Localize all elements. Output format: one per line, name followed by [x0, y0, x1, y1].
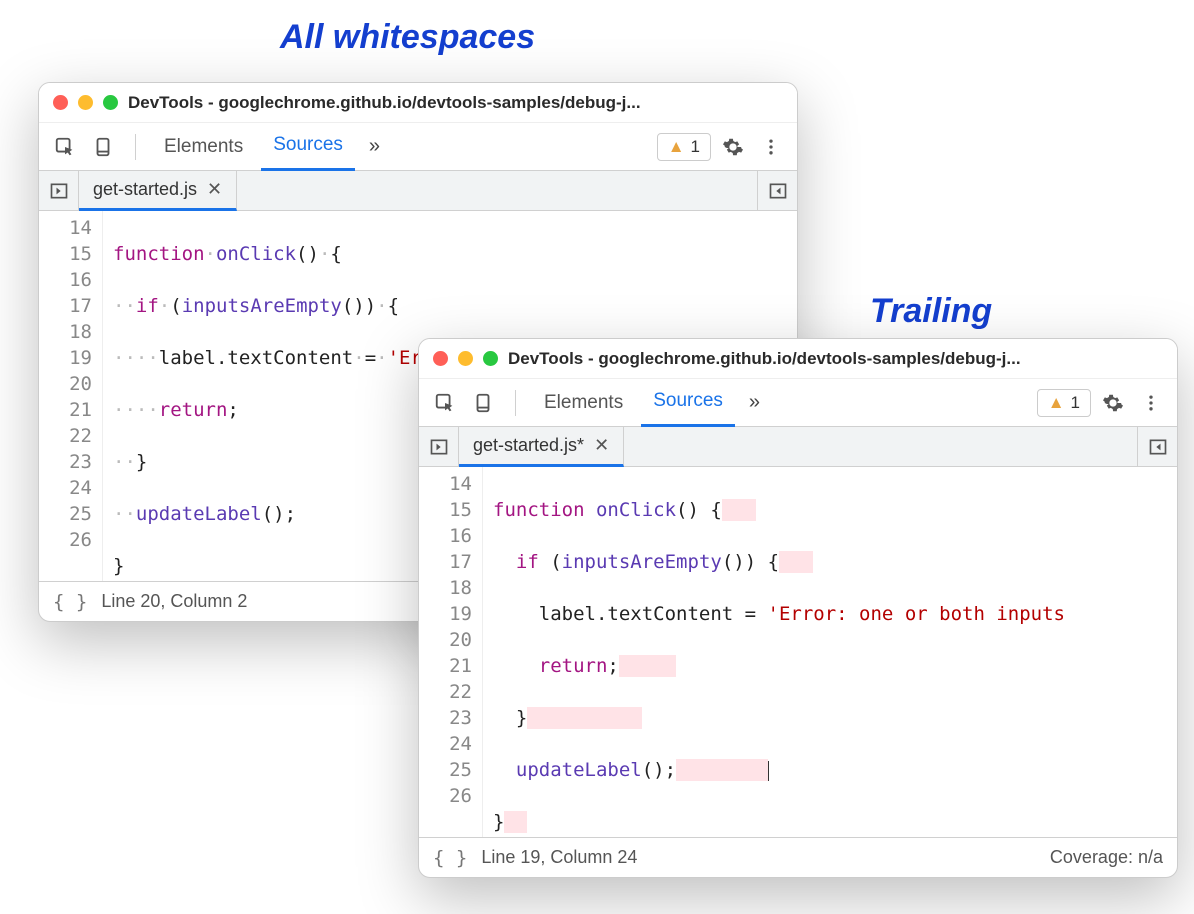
warning-badge[interactable]: ▲ 1	[1037, 389, 1091, 417]
warning-icon: ▲	[1048, 393, 1065, 413]
file-tabs: get-started.js ✕	[39, 171, 797, 211]
tab-elements[interactable]: Elements	[532, 379, 635, 427]
file-tab-active[interactable]: get-started.js* ✕	[459, 427, 624, 467]
tab-elements[interactable]: Elements	[152, 123, 255, 171]
warning-count: 1	[1071, 393, 1080, 413]
kebab-icon[interactable]	[1135, 387, 1167, 419]
coverage-status: Coverage: n/a	[1050, 847, 1163, 868]
inspect-icon[interactable]	[429, 387, 461, 419]
main-toolbar: Elements Sources » ▲ 1	[39, 123, 797, 171]
tab-sources[interactable]: Sources	[261, 123, 355, 171]
pretty-print-icon[interactable]: { }	[53, 591, 87, 613]
gear-icon[interactable]	[1097, 387, 1129, 419]
more-tabs-icon[interactable]: »	[361, 135, 388, 158]
toolbar-divider	[135, 134, 136, 160]
traffic-lights	[433, 351, 498, 366]
tab-sources[interactable]: Sources	[641, 379, 735, 427]
warning-icon: ▲	[668, 137, 685, 157]
warning-badge[interactable]: ▲ 1	[657, 133, 711, 161]
close-icon[interactable]	[53, 95, 68, 110]
device-icon[interactable]	[87, 131, 119, 163]
status-bar: { } Line 19, Column 24 Coverage: n/a	[419, 837, 1177, 877]
close-tab-icon[interactable]: ✕	[207, 179, 222, 200]
navigator-icon[interactable]	[419, 427, 459, 466]
maximize-icon[interactable]	[483, 351, 498, 366]
gear-icon[interactable]	[717, 131, 749, 163]
devtools-window-2: DevTools - googlechrome.github.io/devtoo…	[418, 338, 1178, 878]
window-title: DevTools - googlechrome.github.io/devtoo…	[128, 93, 783, 113]
window-title: DevTools - googlechrome.github.io/devtoo…	[508, 349, 1163, 369]
label-trailing: Trailing	[870, 292, 992, 331]
kebab-icon[interactable]	[755, 131, 787, 163]
line-gutter: 14151617181920212223242526	[419, 467, 483, 837]
warning-count: 1	[691, 137, 700, 157]
file-tab-label: get-started.js*	[473, 435, 584, 456]
toolbar-divider	[515, 390, 516, 416]
maximize-icon[interactable]	[103, 95, 118, 110]
cursor-position: Line 20, Column 2	[101, 591, 247, 612]
titlebar: DevTools - googlechrome.github.io/devtoo…	[39, 83, 797, 123]
code-source[interactable]: function onClick() { if (inputsAreEmpty(…	[483, 467, 1065, 837]
more-tabs-icon[interactable]: »	[741, 391, 768, 414]
drawer-toggle-icon[interactable]	[757, 171, 797, 210]
file-tabs: get-started.js* ✕	[419, 427, 1177, 467]
cursor-position: Line 19, Column 24	[481, 847, 637, 868]
pretty-print-icon[interactable]: { }	[433, 847, 467, 869]
close-icon[interactable]	[433, 351, 448, 366]
file-tab-label: get-started.js	[93, 179, 197, 200]
titlebar: DevTools - googlechrome.github.io/devtoo…	[419, 339, 1177, 379]
close-tab-icon[interactable]: ✕	[594, 435, 609, 456]
minimize-icon[interactable]	[458, 351, 473, 366]
label-all-whitespaces: All whitespaces	[280, 18, 535, 57]
traffic-lights	[53, 95, 118, 110]
minimize-icon[interactable]	[78, 95, 93, 110]
inspect-icon[interactable]	[49, 131, 81, 163]
file-tab-active[interactable]: get-started.js ✕	[79, 171, 237, 211]
drawer-toggle-icon[interactable]	[1137, 427, 1177, 466]
code-editor[interactable]: 14151617181920212223242526 function onCl…	[419, 467, 1177, 837]
line-gutter: 14151617181920212223242526	[39, 211, 103, 581]
main-toolbar: Elements Sources » ▲ 1	[419, 379, 1177, 427]
navigator-icon[interactable]	[39, 171, 79, 210]
text-cursor	[768, 761, 769, 781]
device-icon[interactable]	[467, 387, 499, 419]
